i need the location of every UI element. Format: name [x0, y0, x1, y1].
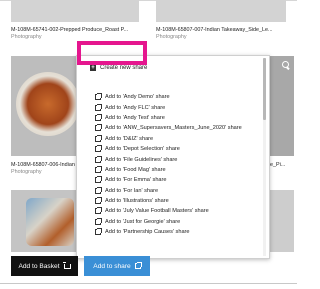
- share-item[interactable]: Add to 'July Value Football Masters' sha…: [95, 206, 263, 216]
- share-item-label: Add to 'July Value Football Masters' sha…: [105, 208, 209, 215]
- share-item[interactable]: Add to 'Illustrations' share: [95, 196, 263, 206]
- share-icon: [95, 134, 102, 142]
- share-icon: [95, 145, 102, 153]
- share-item-label: Add to 'Andy FLC' share: [105, 104, 166, 111]
- add-to-share-label: Add to share: [93, 262, 131, 270]
- share-item[interactable]: Add to 'Just for Georgie' share: [95, 217, 263, 227]
- share-item[interactable]: Add to 'Depot Selection' share: [95, 144, 263, 154]
- share-list: Add to 'Andy Demo' share Add to 'Andy FL…: [95, 92, 263, 237]
- card-title[interactable]: e_Pi...: [270, 162, 295, 168]
- share-item-label: Add to 'D&IZ' share: [105, 135, 154, 142]
- share-item-label: Add to 'Andy Test' share: [105, 114, 165, 121]
- card-title[interactable]: M-108M-65741-002-Prepped Produce_Roast P…: [11, 27, 139, 33]
- card-title[interactable]: M-108M-65807-006-Indian: [11, 162, 76, 168]
- share-item[interactable]: Add to 'Andy FLC' share: [95, 102, 263, 112]
- share-icon: [95, 103, 102, 111]
- card-type: Photography: [156, 34, 187, 40]
- card-type: Photography: [11, 169, 42, 175]
- share-item[interactable]: Add to 'Andy Test' share: [95, 113, 263, 123]
- bottom-divider: [0, 283, 297, 284]
- share-item[interactable]: Add to 'For Ian' share: [95, 186, 263, 196]
- thumbnail-1[interactable]: [11, 0, 139, 22]
- share-icon: [95, 228, 102, 236]
- share-icon: [95, 124, 102, 132]
- share-item-label: Add to 'For Ian' share: [105, 187, 159, 194]
- share-icon: [95, 217, 102, 225]
- share-item-label: Add to 'For Emma' share: [105, 177, 167, 184]
- menu-scrollbar[interactable]: [263, 58, 266, 256]
- share-icon: [95, 197, 102, 205]
- share-icon: [95, 155, 102, 163]
- plus-icon: +: [90, 64, 96, 71]
- share-icon: [95, 176, 102, 184]
- share-item-label: Add to 'File Guidelines' share: [105, 156, 178, 163]
- food-photo: [26, 198, 74, 246]
- share-item[interactable]: Add to 'For Emma' share: [95, 175, 263, 185]
- share-item[interactable]: Add to 'File Guidelines' share: [95, 154, 263, 164]
- share-item[interactable]: Add to 'Andy Demo' share: [95, 92, 263, 102]
- share-dropdown-menu: + Create new share Add to 'Andy Demo' sh…: [76, 55, 270, 259]
- share-item[interactable]: Add to 'D&IZ' share: [95, 134, 263, 144]
- share-item-label: Add to 'Food Mag' share: [105, 166, 166, 173]
- cart-icon: [62, 261, 71, 269]
- add-to-basket-button[interactable]: Add to Basket: [11, 256, 78, 276]
- share-icon: [95, 186, 102, 194]
- share-icon: [95, 207, 102, 215]
- card-type: Photography: [11, 34, 42, 40]
- share-icon: [134, 262, 142, 269]
- scroll-thumb[interactable]: [263, 58, 266, 120]
- share-item[interactable]: Add to 'Food Mag' share: [95, 165, 263, 175]
- create-new-share-label: Create new share: [100, 64, 148, 71]
- card-title[interactable]: M-108M-65807-007-Indian Takeaway_Side_Le…: [156, 27, 288, 33]
- share-item-label: Add to 'Just for Georgie' share: [105, 218, 181, 225]
- zoom-icon[interactable]: [282, 61, 289, 68]
- create-new-share-item[interactable]: + Create new share: [90, 62, 147, 73]
- share-item[interactable]: Add to 'Partnership Causes' share: [95, 227, 263, 237]
- thumbnail-2[interactable]: [156, 0, 286, 22]
- share-item-label: Add to 'Partnership Causes' share: [105, 229, 190, 236]
- food-photo: [16, 72, 80, 136]
- share-icon: [95, 93, 102, 101]
- share-icon: [95, 165, 102, 173]
- add-to-basket-label: Add to Basket: [18, 262, 60, 270]
- share-icon: [95, 113, 102, 121]
- add-to-share-button[interactable]: Add to share: [84, 256, 150, 276]
- share-item-label: Add to 'Depot Selection' share: [105, 146, 180, 153]
- share-item[interactable]: Add to 'ANW_Supersavers_Masters_June_202…: [95, 123, 263, 133]
- share-item-label: Add to 'Illustrations' share: [105, 198, 169, 205]
- share-item-label: Add to 'Andy Demo' share: [105, 94, 170, 101]
- share-item-label: Add to 'ANW_Supersavers_Masters_June_202…: [105, 125, 242, 132]
